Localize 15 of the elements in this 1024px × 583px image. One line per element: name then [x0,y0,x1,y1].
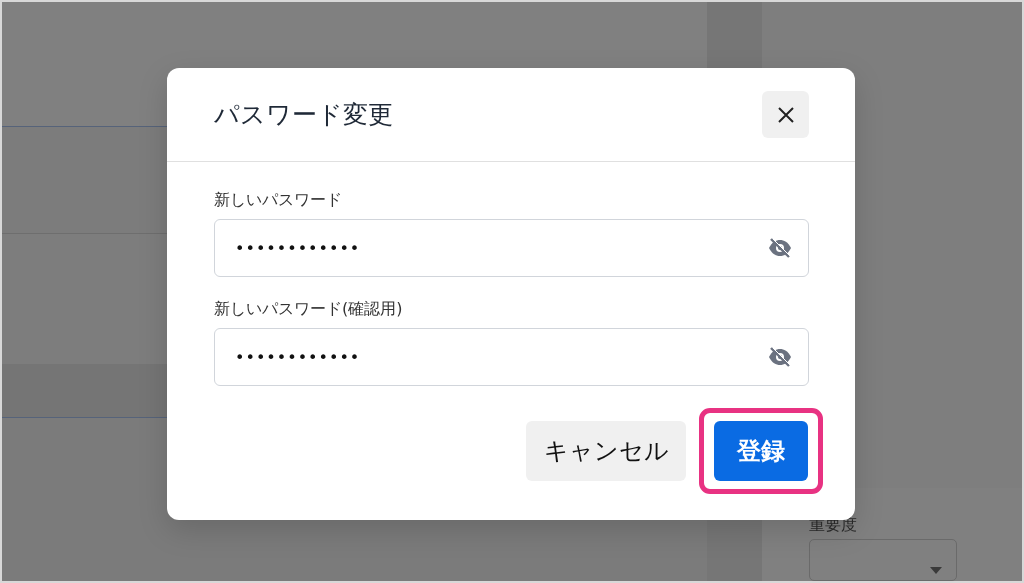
register-button[interactable]: 登録 [714,421,808,481]
cancel-button[interactable]: キャンセル [526,421,686,481]
password-field[interactable]: •••••••••••• [214,219,809,277]
password-value: •••••••••••• [235,238,361,258]
field-label: 新しいパスワード(確認用) [214,299,404,320]
password-value: •••••••••••• [235,347,361,367]
select-field[interactable] [809,539,957,581]
close-button[interactable] [762,91,809,138]
password-field[interactable]: •••••••••••• [214,328,809,386]
caret-icon [930,567,942,574]
field-label: 新しいパスワード [214,190,343,211]
dialog-title: パスワード変更 [214,99,393,131]
eye-slash-icon[interactable] [768,347,792,367]
eye-slash-icon[interactable] [768,238,792,258]
close-icon [776,105,795,124]
